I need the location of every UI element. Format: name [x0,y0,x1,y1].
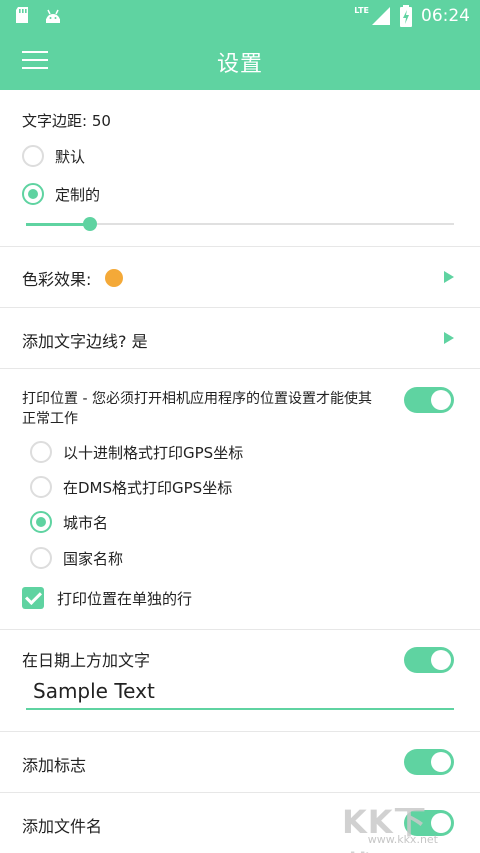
add-logo-toggle[interactable] [404,749,454,775]
text-margin-section: 文字边距: 50 默认 定制的 [0,90,480,247]
color-effect-label: 色彩效果: [22,270,92,289]
text-margin-slider[interactable] [26,217,454,231]
battery-icon [400,5,412,27]
print-location-toggle[interactable] [404,387,454,413]
color-effect-row[interactable]: 色彩效果: [0,247,480,308]
app-bar: 设置 [0,32,480,90]
watermark: KK下载 www.kkx.net [342,797,462,853]
separate-line-label: 打印位置在单独的行 [57,589,193,608]
radio-custom-button[interactable] [22,183,44,205]
signal-icon [372,7,390,25]
radio-custom-label: 定制的 [55,185,101,204]
color-effect-arrow-icon[interactable] [444,271,454,283]
radio-gps-decimal[interactable]: 以十进制格式打印GPS坐标 [30,434,243,470]
date-text-label: 在日期上方加文字 [22,651,151,670]
separate-line-checkbox[interactable] [22,587,44,609]
date-text-section: 在日期上方加文字 [0,630,480,732]
add-logo-row: 添加标志 [0,732,480,793]
radio-city-button[interactable] [30,511,52,533]
date-text-toggle[interactable] [404,647,454,673]
radio-gps-decimal-button[interactable] [30,441,52,463]
page-title: 设置 [216,52,263,77]
date-text-input[interactable] [26,674,454,710]
slider-thumb[interactable] [83,217,97,231]
print-location-section: 打印位置 - 您必须打开相机应用程序的位置设置才能使其正常工作 以十进制格式打印… [0,369,480,630]
radio-custom[interactable]: 定制的 [22,176,100,212]
radio-country-button[interactable] [30,547,52,569]
radio-default-label: 默认 [55,147,86,166]
android-icon [46,9,60,23]
print-location-label: 打印位置 - 您必须打开相机应用程序的位置设置才能使其正常工作 [22,391,372,427]
text-border-row[interactable]: 添加文字边线? 是 [0,308,480,369]
radio-gps-dms-label: 在DMS格式打印GPS坐标 [63,478,233,497]
radio-city[interactable]: 城市名 [30,504,108,540]
color-effect-swatch [105,269,124,287]
slider-fill [26,223,90,226]
network-type: LTE [354,5,369,15]
radio-default[interactable]: 默认 [22,138,85,174]
radio-gps-dms[interactable]: 在DMS格式打印GPS坐标 [30,469,232,505]
text-border-arrow-icon[interactable] [444,332,454,344]
radio-country-label: 国家名称 [63,549,124,568]
radio-gps-dms-button[interactable] [30,476,52,498]
radio-gps-decimal-label: 以十进制格式打印GPS坐标 [63,443,244,462]
add-filename-label: 添加文件名 [22,817,103,836]
radio-country[interactable]: 国家名称 [30,540,123,576]
add-logo-label: 添加标志 [22,756,87,775]
radio-city-label: 城市名 [63,513,109,532]
text-margin-label: 文字边距: 50 [22,112,111,130]
watermark-url: www.kkx.net [367,833,438,846]
text-border-label: 添加文字边线? 是 [22,332,148,351]
sdcard-icon [16,7,28,23]
radio-default-button[interactable] [22,145,44,167]
separate-line-option[interactable]: 打印位置在单独的行 [22,580,192,616]
status-bar: LTE 06:24 [0,0,480,32]
clock: 06:24 [421,6,470,26]
settings-list: 文字边距: 50 默认 定制的 色彩效果: 添加文字边线? 是 打印位置 - 您… [0,90,480,853]
